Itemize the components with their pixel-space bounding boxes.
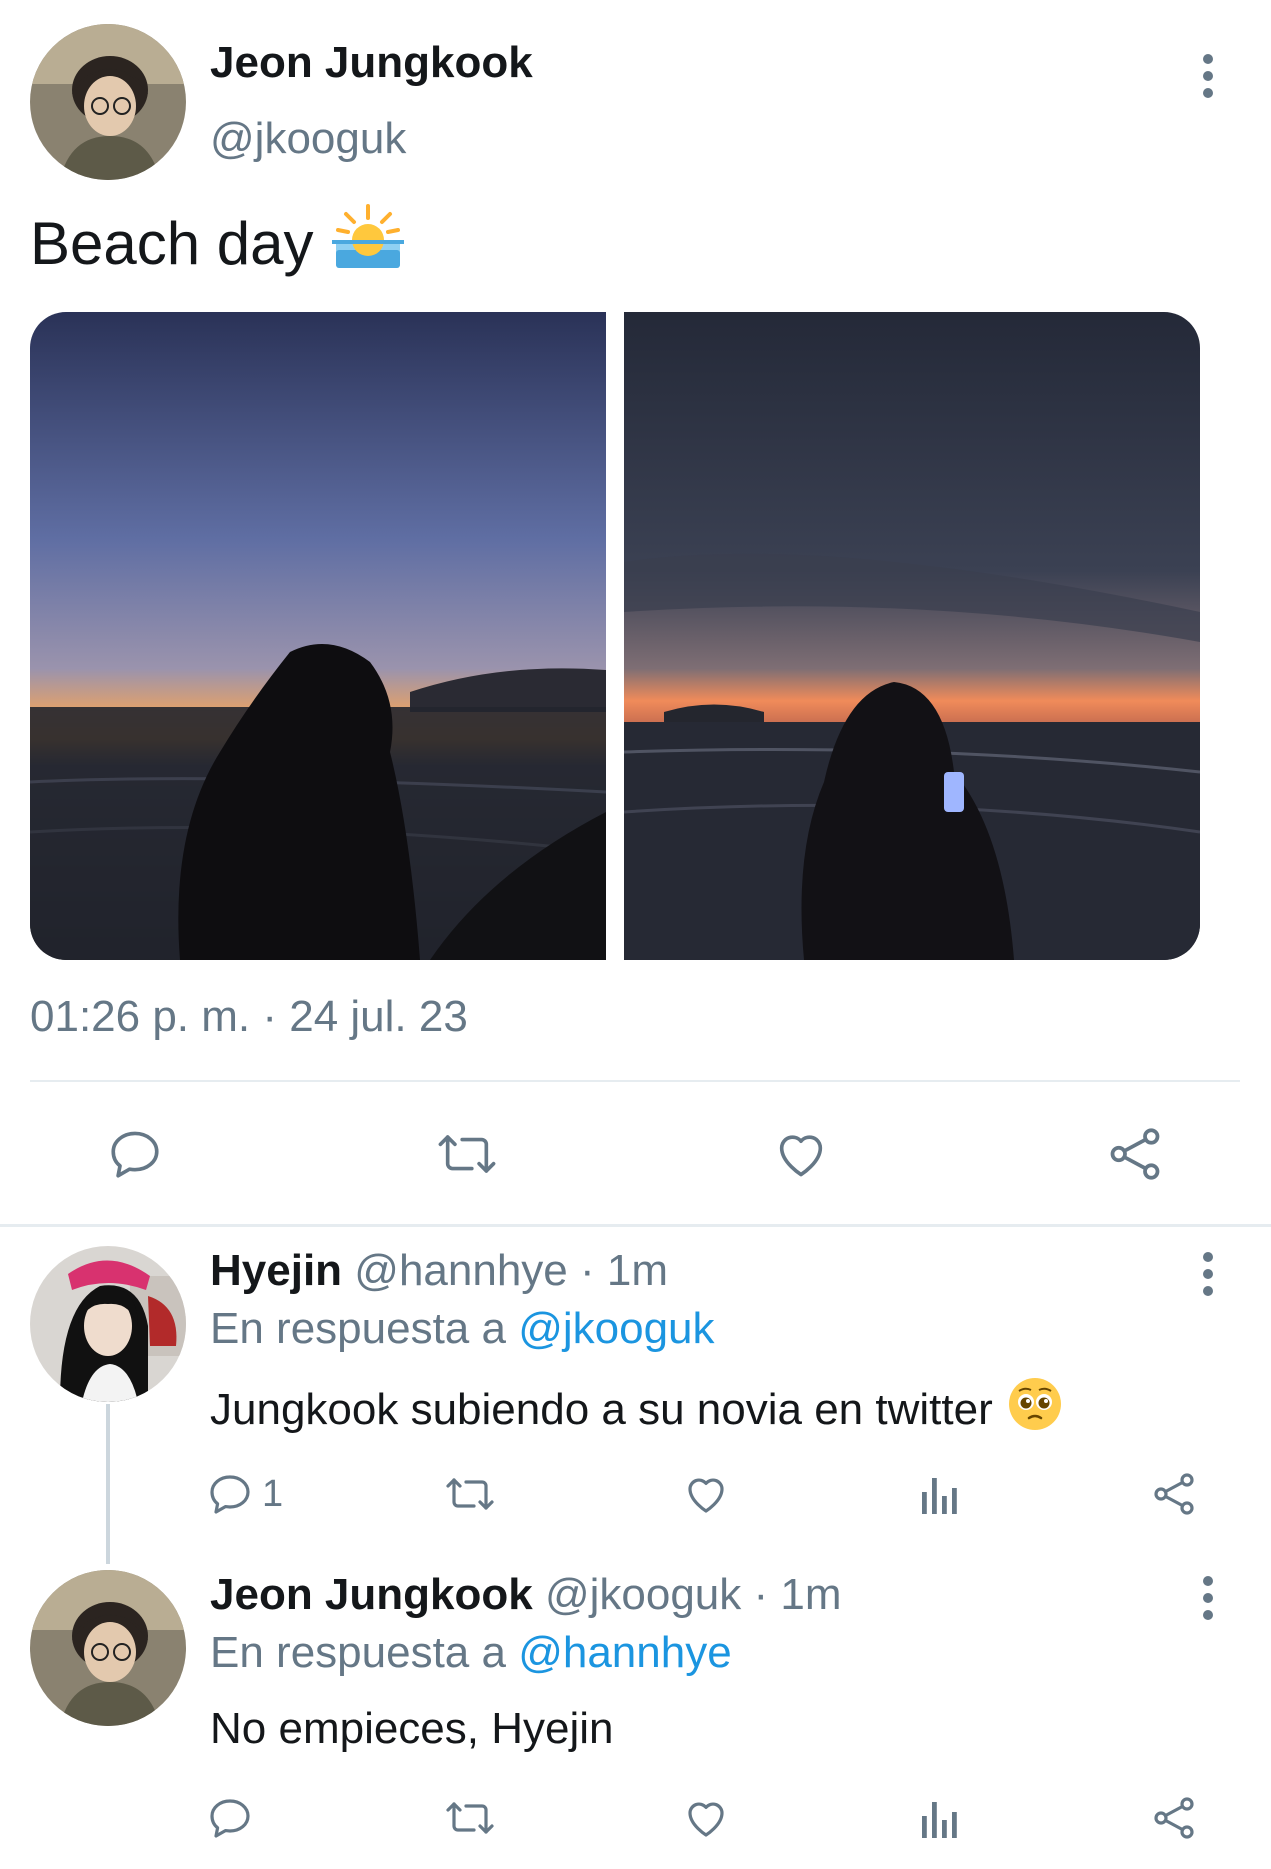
retweet-button[interactable] <box>432 1122 502 1186</box>
tweet-text-row: Beach day <box>30 200 404 286</box>
reply-analytics-button[interactable] <box>910 1468 970 1520</box>
author-name[interactable]: Jeon Jungkook <box>210 38 533 88</box>
reply-context-prefix: En respuesta a <box>210 1304 506 1353</box>
retweet-icon <box>438 1135 496 1173</box>
reply-author-handle[interactable]: @hannhye <box>354 1246 568 1295</box>
divider <box>30 1080 1240 1082</box>
reply-count: 1 <box>262 1472 284 1515</box>
share-icon <box>1110 1128 1160 1180</box>
author-avatar[interactable] <box>30 24 186 180</box>
more-options-icon[interactable] <box>1188 46 1228 106</box>
analytics-icon <box>922 1478 957 1514</box>
section-divider <box>0 1224 1271 1227</box>
more-options-icon[interactable] <box>1188 1244 1228 1304</box>
tweet-text: Beach day <box>30 209 314 277</box>
reply-button[interactable] <box>100 1122 170 1186</box>
share-icon <box>1154 1797 1194 1839</box>
reply-analytics-button[interactable] <box>910 1792 970 1844</box>
reply-to-link[interactable]: @hannhye <box>518 1628 732 1677</box>
like-icon <box>688 1478 724 1513</box>
author-handle[interactable]: @jkooguk <box>210 114 406 164</box>
like-icon <box>779 1135 823 1177</box>
reply-thread-line <box>106 1404 110 1564</box>
reply-author-name[interactable]: Jeon Jungkook <box>210 1570 533 1619</box>
more-options-icon[interactable] <box>1188 1568 1228 1628</box>
reply-header: Jeon Jungkook @jkooguk · 1m <box>210 1570 842 1620</box>
reply-author-handle[interactable]: @jkooguk <box>545 1570 741 1619</box>
reply-share-button[interactable] <box>1144 1792 1204 1844</box>
reply-icon <box>210 1475 250 1514</box>
share-icon <box>1154 1473 1194 1515</box>
reply-text-row: Jungkook subiendo a su novia en twitter <box>210 1376 1063 1443</box>
retweet-icon <box>446 1802 494 1834</box>
reply-avatar[interactable] <box>30 1246 186 1402</box>
reply-header: Hyejin @hannhye · 1m <box>210 1246 668 1296</box>
reply-context-prefix: En respuesta a <box>210 1628 506 1677</box>
reply-reply-button[interactable] <box>206 1792 254 1844</box>
reply-like-button[interactable] <box>676 1468 736 1520</box>
reply-time: · 1m <box>580 1246 669 1295</box>
retweet-icon <box>446 1478 494 1510</box>
reply-share-button[interactable] <box>1144 1468 1204 1520</box>
tweet-timestamp: 01:26 p. m. · 24 jul. 23 <box>30 992 468 1041</box>
reply-like-button[interactable] <box>676 1792 736 1844</box>
reply-icon <box>210 1799 250 1838</box>
reply-to-link[interactable]: @jkooguk <box>518 1304 714 1353</box>
analytics-icon <box>922 1802 957 1838</box>
reply-retweet-button[interactable] <box>440 1468 500 1520</box>
reply-text: Jungkook subiendo a su novia en twitter <box>210 1384 993 1434</box>
reply-author-name[interactable]: Hyejin <box>210 1246 342 1295</box>
reply-text: No empieces, Hyejin <box>210 1704 614 1753</box>
share-button[interactable] <box>1100 1122 1170 1186</box>
reply-avatar[interactable] <box>30 1570 186 1726</box>
reply-retweet-button[interactable] <box>440 1792 500 1844</box>
reply-context: En respuesta a @hannhye <box>210 1628 732 1678</box>
reply-icon <box>111 1131 159 1178</box>
reply-context: En respuesta a @jkooguk <box>210 1304 715 1354</box>
tweet-photo-left[interactable] <box>30 312 606 960</box>
reply-time: · 1m <box>753 1570 842 1619</box>
tweet-photo-right[interactable] <box>624 312 1200 960</box>
sunrise-emoji-icon <box>331 200 404 286</box>
like-icon <box>688 1802 724 1837</box>
reply-reply-button[interactable]: 1 <box>206 1468 283 1520</box>
like-button[interactable] <box>766 1122 836 1186</box>
pleading-face-emoji-icon <box>1007 1376 1063 1443</box>
